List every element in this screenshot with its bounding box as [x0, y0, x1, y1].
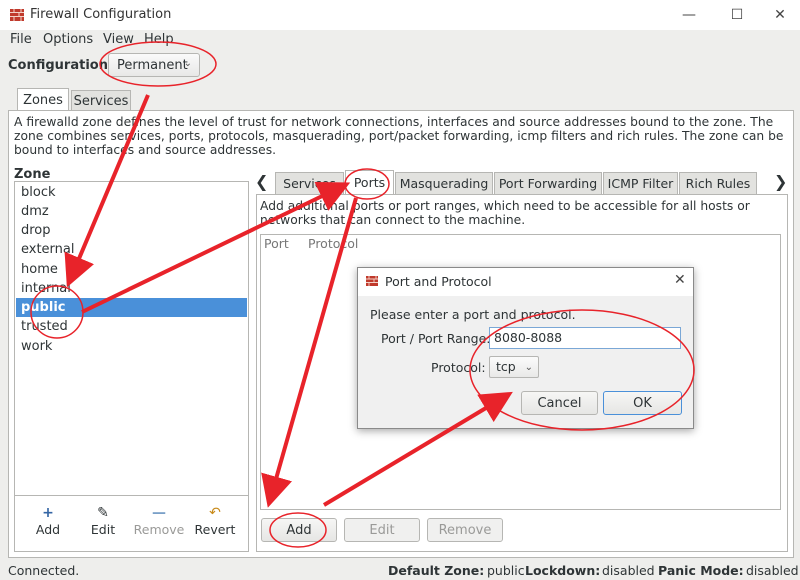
revert-icon: ↶ — [209, 505, 221, 521]
subtab-services-label: Services — [283, 176, 336, 191]
dialog-ok-button[interactable]: OK — [603, 391, 682, 415]
dialog-title: Port and Protocol — [385, 274, 492, 289]
zone-item-home[interactable]: home — [16, 260, 247, 279]
connection-status: Connected. — [8, 563, 80, 578]
ports-edit-button[interactable]: Edit — [344, 518, 420, 542]
zone-toolbar: + Add ✎ Edit — Remove ↶ Revert — [14, 496, 249, 552]
zone-heading: Zone — [14, 167, 51, 182]
configuration-value: Permanent — [117, 57, 188, 73]
close-button[interactable]: ✕ — [768, 4, 792, 26]
tab-services-label: Services — [73, 94, 129, 109]
zone-item-internal[interactable]: internal — [16, 279, 247, 298]
zone-revert-label: Revert — [194, 522, 236, 537]
subtab-masquerading[interactable]: Masquerading — [395, 172, 493, 194]
zone-item-dmz[interactable]: dmz — [16, 202, 247, 221]
dialog-cancel-button[interactable]: Cancel — [521, 391, 598, 415]
minimize-icon: — — [682, 7, 696, 23]
firewall-app-icon — [10, 9, 24, 21]
port-range-label: Port / Port Range: — [381, 331, 491, 346]
subtab-ports[interactable]: Ports — [345, 170, 394, 194]
zone-item-trusted[interactable]: trusted — [16, 317, 247, 336]
zone-add-label: Add — [35, 522, 61, 537]
zone-list[interactable]: block dmz drop external home internal pu… — [14, 181, 249, 496]
maximize-button[interactable]: ☐ — [725, 4, 749, 26]
close-icon: ✕ — [674, 272, 686, 288]
default-zone-label: Default Zone: — [388, 563, 485, 578]
zone-item-work[interactable]: work — [16, 337, 247, 356]
subtab-icmp-filter-label: ICMP Filter — [607, 176, 674, 191]
menu-file[interactable]: File — [10, 32, 32, 47]
tab-zones[interactable]: Zones — [17, 88, 69, 112]
zone-item-block[interactable]: block — [16, 183, 247, 202]
lockdown-value: disabled — [602, 563, 655, 578]
subtab-ports-label: Ports — [353, 175, 386, 190]
chevron-left-icon: ❮ — [255, 172, 269, 191]
plus-icon: + — [42, 505, 54, 521]
subtab-services[interactable]: Services — [275, 172, 344, 194]
chevron-down-icon: ⌄ — [524, 362, 533, 373]
subtab-masquerading-label: Masquerading — [399, 176, 489, 191]
chevron-right-icon: ❯ — [774, 172, 788, 191]
configuration-label: Configuration: — [8, 58, 114, 73]
maximize-icon: ☐ — [730, 7, 744, 23]
ports-add-button[interactable]: Add — [261, 518, 337, 542]
zone-edit-button[interactable]: ✎ Edit — [75, 504, 131, 537]
panic-mode-value: disabled — [746, 563, 799, 578]
window-title: Firewall Configuration — [30, 7, 172, 22]
zone-description: A firewalld zone defines the level of tr… — [14, 115, 784, 157]
dialog-prompt: Please enter a port and protocol. — [370, 307, 576, 322]
protocol-value: tcp — [496, 359, 516, 374]
zone-add-button[interactable]: + Add — [20, 504, 76, 537]
menu-view[interactable]: View — [103, 32, 134, 47]
subtab-port-forwarding[interactable]: Port Forwarding — [494, 172, 602, 194]
port-range-input[interactable]: 8080-8088 — [489, 327, 681, 349]
zone-item-drop[interactable]: drop — [16, 221, 247, 240]
protocol-select[interactable]: tcp ⌄ — [489, 356, 539, 378]
zone-remove-button[interactable]: — Remove — [131, 504, 187, 537]
panic-mode-label: Panic Mode: — [658, 563, 744, 578]
zone-remove-label: Remove — [133, 522, 185, 537]
protocol-label: Protocol: — [431, 360, 486, 375]
subtab-port-forwarding-label: Port Forwarding — [498, 176, 598, 191]
tab-zones-label: Zones — [23, 93, 63, 108]
zone-revert-button[interactable]: ↶ Revert — [187, 504, 243, 537]
lockdown-label: Lockdown: — [525, 563, 601, 578]
chevron-down-icon: ⌄ — [183, 58, 192, 69]
menu-help[interactable]: Help — [144, 32, 174, 47]
tabs-scroll-right[interactable]: ❯ — [774, 172, 787, 191]
zone-item-external[interactable]: external — [16, 240, 247, 259]
edit-icon: ✎ — [97, 505, 109, 521]
minus-icon: — — [152, 505, 166, 521]
column-port[interactable]: Port — [264, 236, 289, 251]
ports-description: Add additional ports or port ranges, whi… — [260, 199, 750, 227]
default-zone-value: public — [487, 563, 525, 578]
firewall-dialog-icon — [366, 276, 378, 286]
column-protocol[interactable]: Protocol — [308, 236, 358, 251]
tab-services[interactable]: Services — [71, 90, 131, 112]
zone-edit-label: Edit — [90, 522, 116, 537]
tabs-scroll-left[interactable]: ❮ — [255, 172, 268, 191]
subtab-rich-rules-label: Rich Rules — [685, 176, 751, 191]
zone-item-public[interactable]: public — [16, 298, 247, 317]
minimize-button[interactable]: — — [677, 4, 701, 26]
subtab-rich-rules[interactable]: Rich Rules — [679, 172, 757, 194]
subtab-icmp-filter[interactable]: ICMP Filter — [603, 172, 678, 194]
configuration-select[interactable]: Permanent ⌄ — [108, 53, 200, 77]
dialog-close-button[interactable]: ✕ — [674, 272, 686, 288]
menu-options[interactable]: Options — [43, 32, 93, 47]
ports-remove-button[interactable]: Remove — [427, 518, 503, 542]
close-icon: ✕ — [774, 7, 786, 23]
